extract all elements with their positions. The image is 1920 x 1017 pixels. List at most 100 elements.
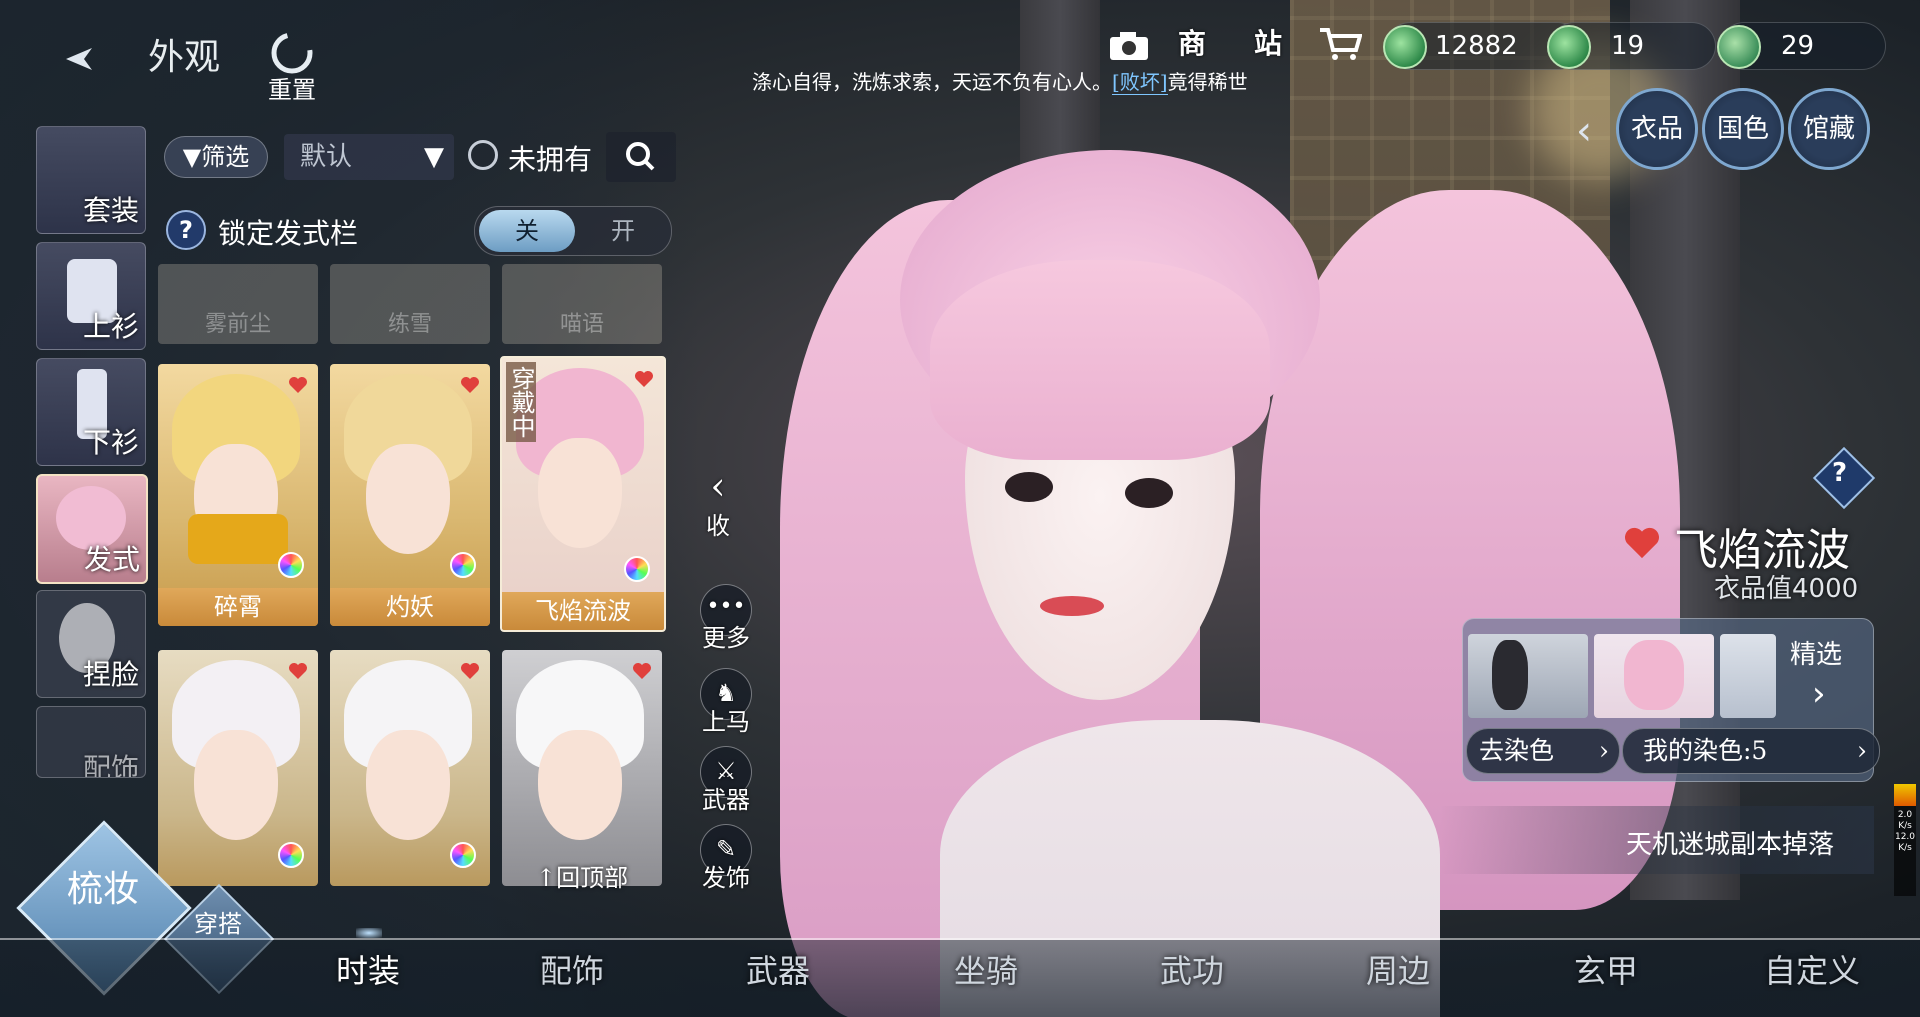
green-jade-icon (1547, 25, 1591, 69)
heart-icon[interactable] (460, 662, 480, 680)
my-dye-button[interactable]: 我的染色:5 › (1622, 728, 1880, 774)
currency-value: 19 (1611, 31, 1645, 61)
heart-icon[interactable] (632, 662, 652, 680)
hair-preview-face (194, 730, 278, 840)
dye-preview-pink[interactable] (1594, 634, 1714, 718)
category-collection-button[interactable]: 馆藏 (1788, 88, 1870, 170)
dye-icon (450, 842, 476, 868)
page-title: 外观 (148, 37, 221, 78)
notice-marquee: 涤心自得，洗炼求索，天运不负有心人。[败坏]竟得稀世 (752, 66, 1300, 96)
camera-icon[interactable] (1108, 30, 1150, 62)
hair-preview-face (538, 438, 622, 548)
heart-icon[interactable] (288, 376, 308, 394)
remove-dye-button[interactable]: 去染色 › (1466, 728, 1620, 774)
hair-preview-face (366, 730, 450, 840)
hair-card[interactable] (330, 650, 490, 886)
tab-weapon[interactable]: 武器 (746, 946, 810, 992)
back-to-top-button[interactable]: ↑回顶部 (536, 858, 628, 893)
green-jade-icon (1383, 25, 1427, 69)
reset-label: 重置 (268, 76, 316, 104)
toggle-off-option[interactable]: 关 (479, 210, 575, 252)
back-to-top-label: 回顶部 (556, 864, 629, 892)
hair-card-name: 练雪 (387, 312, 432, 337)
chevron-right-icon[interactable]: › (1812, 674, 1826, 714)
more-button[interactable]: ••• 更多 (698, 584, 754, 653)
cart-icon[interactable] (1318, 26, 1363, 62)
heart-icon[interactable] (634, 370, 654, 388)
side-tab-suit[interactable]: 套装 (36, 126, 146, 234)
remove-dye-label: 去染色 (1479, 736, 1555, 765)
currency-value: 29 (1781, 31, 1815, 61)
currency-jade-2[interactable]: 19 (1547, 22, 1716, 70)
perf-overlay: 2.0 K/s 12.0 K/s (1894, 784, 1916, 896)
side-tab-label: 上衫 (82, 310, 139, 343)
hair-card[interactable] (502, 650, 662, 886)
notice-text: 涤心自得，洗炼求索，天运不负有心人。 (752, 70, 1112, 94)
hair-card-faded[interactable]: 喵语 (502, 264, 662, 344)
hair-card[interactable]: 碎霄 (158, 364, 318, 626)
hair-card-name: 碎霄 (158, 588, 318, 626)
scarf-decor (188, 514, 288, 564)
tab-periphery[interactable]: 周边 (1366, 946, 1430, 992)
weapon-button[interactable]: ⚔ 武器 (698, 746, 754, 815)
hair-card-faded[interactable]: 雾前尘 (158, 264, 318, 344)
hair-card-name: 雾前尘 (204, 312, 271, 337)
filter-button[interactable]: ▼筛选 (164, 136, 268, 178)
hair-accessory-button[interactable]: ✎ 发饰 (698, 824, 754, 893)
chevron-right-icon: › (1857, 736, 1867, 765)
side-tab-accessory[interactable]: 配饰 (36, 706, 146, 778)
tab-mount[interactable]: 坐骑 (954, 946, 1018, 992)
side-tab-label: 套装 (82, 194, 139, 227)
station-label: 站 (1254, 27, 1283, 60)
tab-armor[interactable]: 玄甲 (1574, 946, 1638, 992)
mount-button[interactable]: ♞ 上马 (698, 668, 754, 737)
more-label: 更多 (702, 624, 750, 652)
collapse-button[interactable]: ‹ 收 (690, 466, 746, 541)
hair-card[interactable]: 灼妖 (330, 364, 490, 626)
sort-dropdown[interactable]: 默认 ▼ (284, 134, 454, 180)
heart-icon[interactable] (460, 376, 480, 394)
hair-preview-face (538, 730, 622, 840)
currency-jade-3[interactable]: 29 (1717, 22, 1886, 70)
notice-tag[interactable]: [败坏] (1112, 70, 1168, 95)
tab-custom[interactable]: 自定义 (1764, 946, 1860, 992)
category-clothing-button[interactable]: 衣品 (1616, 88, 1698, 170)
unowned-label: 未拥有 (508, 143, 593, 176)
search-button[interactable] (606, 132, 676, 182)
perf-down: 12.0 (1894, 832, 1916, 842)
tab-fashion[interactable]: 时装 (336, 946, 400, 992)
featured-label[interactable]: 精选 (1790, 634, 1842, 671)
dye-icon (624, 556, 650, 582)
hair-card[interactable] (158, 650, 318, 886)
signal-bar (1894, 784, 1916, 806)
hair-card-selected[interactable]: 穿戴中 飞焰流波 (500, 356, 666, 632)
dye-icon (450, 552, 476, 578)
dye-preview-partial[interactable] (1720, 634, 1776, 718)
tab-martial[interactable]: 武功 (1160, 946, 1224, 992)
search-icon (626, 142, 655, 171)
station-button[interactable]: 站 (1254, 22, 1282, 62)
hair-card-faded[interactable]: 练雪 (330, 264, 490, 344)
reset-button[interactable]: 重置 (262, 30, 322, 104)
help-icon[interactable]: ? (166, 210, 206, 250)
back-arrow-icon[interactable] (62, 44, 118, 74)
tab-accessory[interactable]: 配饰 (540, 946, 604, 992)
heart-icon[interactable] (288, 662, 308, 680)
chevron-down-icon: ▼ (424, 142, 444, 172)
category-national-color-button[interactable]: 国色 (1702, 88, 1784, 170)
toggle-on-option[interactable]: 开 (575, 210, 671, 252)
shop-label: 商 (1178, 27, 1207, 60)
shop-button[interactable]: 商 (1178, 22, 1206, 62)
item-value: 衣品值4000 (1714, 574, 1859, 604)
side-tab-bottom[interactable]: 下衫 (36, 358, 146, 466)
side-tab-hairstyle[interactable]: 发式 (36, 474, 148, 584)
lock-toggle[interactable]: 关 开 (474, 206, 672, 256)
side-tab-face[interactable]: 捏脸 (36, 590, 146, 698)
heart-icon[interactable] (1622, 526, 1662, 560)
hair-card-name: 飞焰流波 (502, 592, 664, 630)
dye-preview-black[interactable] (1468, 634, 1588, 718)
side-tab-top[interactable]: 上衫 (36, 242, 146, 350)
chevron-left-icon[interactable]: ‹ (1576, 108, 1592, 154)
perf-up: 2.0 (1897, 810, 1913, 820)
unowned-checkbox[interactable] (468, 140, 498, 170)
